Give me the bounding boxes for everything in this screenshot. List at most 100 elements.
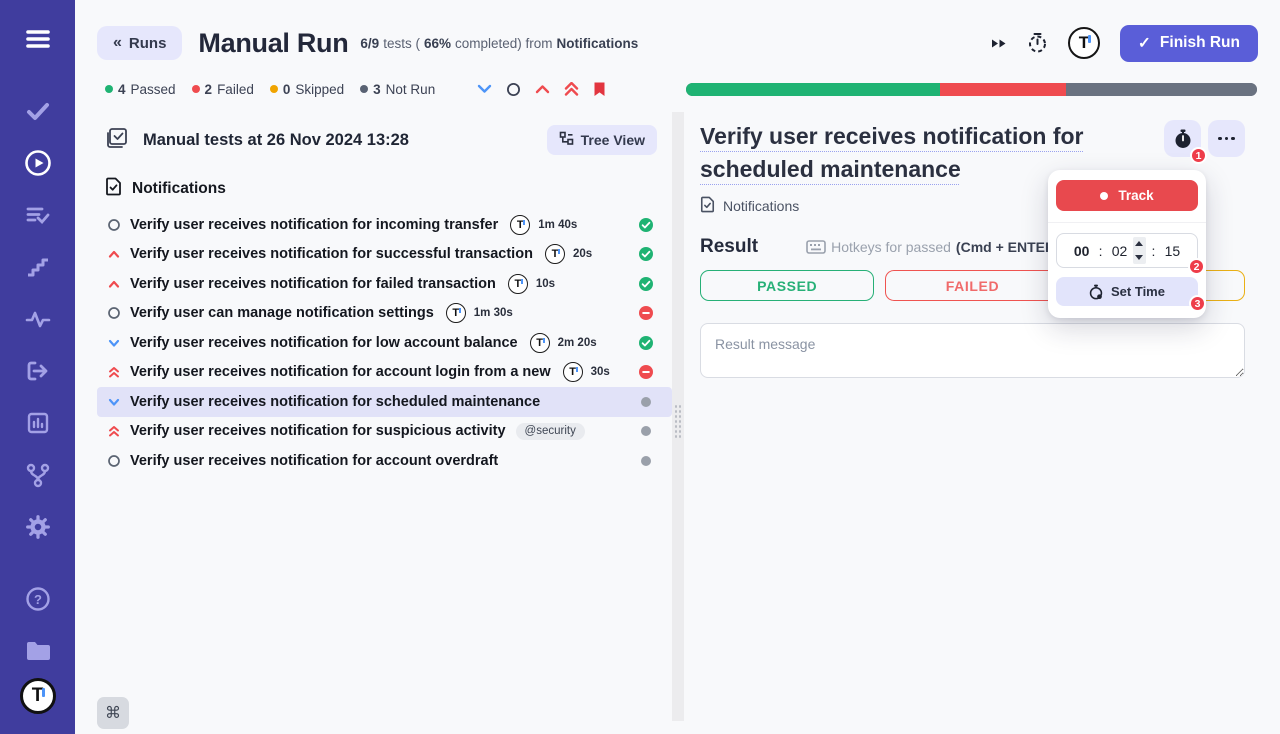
finish-run-button[interactable]: ✓ Finish Run: [1119, 24, 1258, 62]
priority-filters: [477, 81, 606, 97]
folder-icon[interactable]: [23, 636, 53, 666]
test-list: Verify user receives notification for in…: [97, 210, 672, 476]
bookmark-icon[interactable]: [593, 81, 606, 97]
timer-popup: Track : : 2 Set Time 3: [1048, 170, 1206, 318]
menu-icon[interactable]: [23, 24, 53, 54]
steps-icon[interactable]: [23, 252, 53, 282]
track-label: Track: [1118, 188, 1154, 203]
set-time-button[interactable]: Set Time 3: [1056, 277, 1206, 312]
automation-logo-icon: T: [529, 332, 550, 353]
list-check-icon[interactable]: [23, 200, 53, 230]
document-check-icon: [700, 196, 715, 216]
record-dot-icon: [1100, 191, 1109, 200]
automation-logo-icon: T: [445, 303, 466, 324]
test-status-icon: [638, 394, 654, 410]
command-key-button[interactable]: ⌘: [97, 697, 129, 729]
automation-logo-icon: T: [507, 273, 528, 294]
test-duration: 2m 20s: [557, 336, 597, 349]
stat-passed: 4 Passed: [105, 82, 176, 97]
failed-button[interactable]: FAILED: [885, 270, 1060, 301]
failed-dot-icon: [191, 85, 200, 93]
test-row[interactable]: Verify user receives notification for in…: [97, 210, 672, 240]
breadcrumb-label: Notifications: [723, 198, 800, 214]
time-separator: :: [1098, 242, 1103, 259]
branch-icon[interactable]: [23, 460, 53, 490]
test-title: Verify user receives notification for su…: [130, 423, 506, 440]
priority-icon: [107, 306, 121, 320]
test-list-panel: Manual tests at 26 Nov 2024 13:28 Tree V…: [75, 112, 672, 729]
logo-icon[interactable]: T: [19, 678, 56, 714]
timer-history-icon[interactable]: [1027, 32, 1048, 54]
pulse-icon[interactable]: [23, 304, 53, 334]
test-row[interactable]: Verify user receives notification for ac…: [97, 446, 672, 476]
test-row[interactable]: Verify user receives notification for lo…: [97, 328, 672, 358]
tree-view-label: Tree View: [580, 132, 645, 148]
test-row[interactable]: Verify user can manage notification sett…: [97, 299, 672, 329]
test-status-icon: [638, 453, 654, 469]
test-row[interactable]: Verify user receives notification for su…: [97, 417, 672, 447]
more-options-button[interactable]: [1208, 120, 1245, 157]
run-progress-bar: [686, 82, 1257, 96]
test-row[interactable]: Verify user receives notification for ac…: [97, 358, 672, 388]
bar-chart-icon[interactable]: [23, 408, 53, 438]
time-input-group: : : 2: [1056, 233, 1205, 275]
automation-logo-icon: T: [544, 244, 565, 265]
panel-resize-divider[interactable]: [672, 112, 684, 721]
hours-input[interactable]: [1070, 242, 1093, 259]
minutes-stepper[interactable]: [1132, 237, 1146, 264]
test-title: Verify user receives notification for sc…: [130, 393, 541, 410]
test-tag: @security: [515, 422, 585, 440]
popup-separator: [1048, 222, 1206, 223]
double-chevron-left-icon: «: [113, 34, 122, 51]
test-title: Verify user receives notification for fa…: [130, 275, 496, 292]
play-circle-icon[interactable]: [23, 148, 53, 178]
test-row[interactable]: Verify user receives notification for su…: [97, 240, 672, 270]
help-icon[interactable]: ?: [23, 584, 53, 614]
app-logo-icon[interactable]: T: [1067, 27, 1100, 59]
circle-outline-icon[interactable]: [506, 82, 521, 97]
back-to-runs-button[interactable]: « Runs: [97, 26, 183, 60]
svg-text:?: ?: [34, 592, 42, 607]
priority-icon: [107, 218, 121, 232]
gear-icon[interactable]: [23, 512, 53, 542]
step-down-icon[interactable]: [1135, 255, 1143, 260]
track-button[interactable]: Track: [1056, 180, 1198, 211]
priority-icon: [107, 365, 121, 379]
passed-button[interactable]: PASSED: [700, 270, 875, 301]
progress-passed-segment: [686, 82, 940, 96]
minutes-input[interactable]: [1108, 242, 1131, 259]
run-title: Manual tests at 26 Nov 2024 13:28: [143, 130, 409, 149]
suite-group-label: Notifications: [132, 180, 226, 197]
test-duration: 20s: [572, 248, 593, 261]
chevron-up-icon[interactable]: [535, 84, 550, 94]
test-status-icon: [638, 217, 654, 233]
chevron-down-icon[interactable]: [477, 84, 492, 94]
test-row[interactable]: Verify user receives notification for fa…: [97, 269, 672, 299]
drag-grip-icon[interactable]: [674, 404, 682, 440]
test-row[interactable]: Verify user receives notification for sc…: [97, 387, 672, 417]
notrun-dot-icon: [360, 85, 369, 93]
double-chevron-up-icon[interactable]: [564, 82, 579, 96]
automation-logo-icon: T: [510, 214, 531, 235]
test-status-icon: [638, 423, 654, 439]
timer-badge: 1: [1190, 147, 1207, 164]
login-icon[interactable]: [23, 356, 53, 386]
test-status-icon: [638, 335, 654, 351]
main-area: « Runs Manual Run 6/9 tests ( 66% comple…: [75, 0, 1280, 734]
check-icon[interactable]: [23, 96, 53, 126]
tree-view-button[interactable]: Tree View: [546, 125, 657, 155]
stopwatch-gear-icon: [1089, 284, 1103, 299]
set-time-badge: 3: [1189, 295, 1206, 312]
priority-icon: [107, 454, 121, 468]
ellipsis-icon: [1218, 136, 1235, 141]
test-status-icon: [638, 305, 654, 321]
step-up-icon[interactable]: [1135, 241, 1143, 246]
test-title: Verify user receives notification for in…: [130, 216, 499, 233]
keyboard-icon: [806, 240, 826, 254]
suite-group-header[interactable]: Notifications: [105, 176, 672, 202]
test-status-icon: [638, 364, 654, 380]
fast-forward-icon[interactable]: [991, 37, 1007, 50]
result-message-input[interactable]: [700, 323, 1245, 378]
stopwatch-button[interactable]: 1: [1164, 120, 1207, 164]
seconds-input[interactable]: [1161, 242, 1184, 259]
